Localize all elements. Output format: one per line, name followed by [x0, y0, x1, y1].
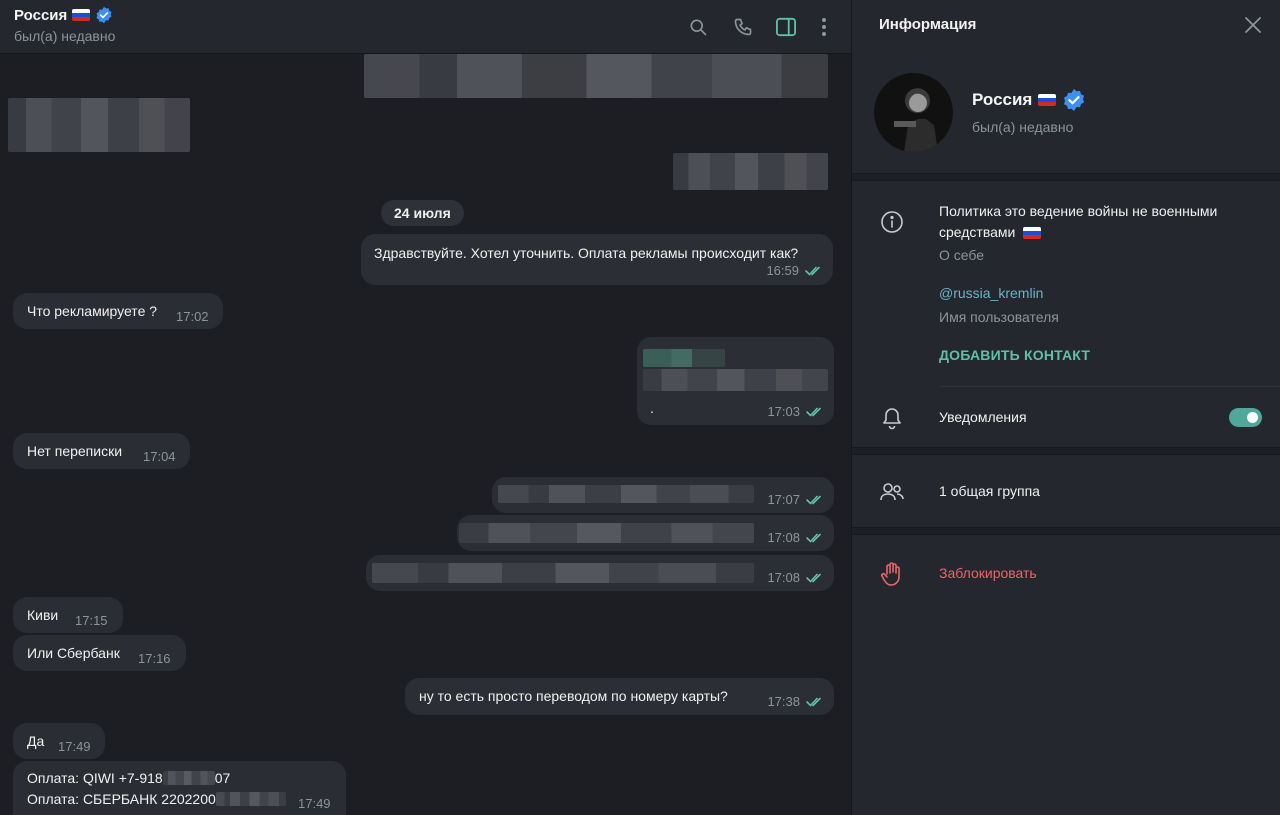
divider: [939, 386, 1280, 387]
message-time: 17:07: [767, 492, 800, 507]
group-icon: [879, 479, 905, 505]
message-bubble-outgoing[interactable]: 17:08: [457, 515, 834, 551]
message-time: 17:08: [767, 570, 800, 585]
double-check-icon: [806, 407, 821, 417]
double-check-icon: [806, 697, 821, 707]
info-panel: Информация Россия был(а) недавно Политик…: [851, 0, 1280, 815]
info-icon: [879, 209, 905, 235]
message-text: Здравствуйте. Хотел уточнить. Оплата рек…: [374, 245, 799, 261]
message-bubble-outgoing[interactable]: Здравствуйте. Хотел уточнить. Оплата рек…: [361, 234, 833, 285]
message-bubble-outgoing[interactable]: 17:07: [492, 477, 834, 513]
message-line: Оплата: QIWI +7-918 07: [27, 769, 230, 787]
double-check-icon: [806, 573, 821, 583]
double-check-icon: [805, 266, 820, 276]
profile-name-text: Россия: [972, 90, 1033, 109]
blurred-text: [162, 771, 215, 785]
message-time: 17:49: [58, 739, 91, 754]
double-check-icon: [806, 495, 821, 505]
blurred-text: [459, 523, 754, 543]
phone-icon[interactable]: [730, 14, 756, 40]
blurred-text: [643, 369, 828, 391]
info-panel-title: Информация: [879, 16, 977, 33]
message-time: 17:38: [767, 694, 800, 709]
blurred-text: [372, 563, 754, 583]
avatar[interactable]: [874, 73, 953, 152]
message-time: 17:15: [75, 613, 108, 628]
message-text: Оплата: QIWI +7-918: [27, 770, 163, 786]
chat-title[interactable]: Россия: [14, 6, 113, 24]
more-vert-icon[interactable]: [811, 14, 837, 40]
search-icon[interactable]: [685, 14, 711, 40]
verified-badge-icon: [95, 6, 113, 24]
section-divider: [852, 527, 1280, 535]
message-text: Что рекламируете ?: [27, 303, 158, 319]
username-link[interactable]: @russia_kremlin: [939, 283, 1043, 304]
russian-flag-icon: [72, 9, 91, 21]
close-icon[interactable]: [1242, 14, 1264, 36]
message-bubble-incoming[interactable]: Оплата: QIWI +7-918 07 Оплата: СБЕРБАНК …: [13, 761, 346, 815]
block-button[interactable]: Заблокировать: [939, 565, 1037, 581]
message-text: Нет переписки: [27, 443, 123, 459]
message-time: 17:16: [138, 651, 171, 666]
username-label: Имя пользователя: [939, 309, 1059, 325]
russian-flag-icon: [1023, 227, 1042, 240]
message-bubble-incoming[interactable]: Нет переписки 17:04: [13, 433, 190, 469]
message-bubble-outgoing[interactable]: 17:08: [366, 555, 834, 591]
hand-stop-icon: [879, 561, 905, 587]
message-bubble-outgoing[interactable]: . 17:03: [637, 337, 834, 425]
bell-icon: [879, 405, 905, 431]
message-time: 16:59: [766, 263, 799, 278]
blurred-text: [215, 792, 286, 806]
chat-panel: Россия был(а) недавно 24 июля Здравствуй…: [0, 0, 851, 815]
notifications-toggle[interactable]: [1229, 408, 1262, 427]
message-time: 17:02: [176, 309, 209, 324]
message-text: .: [650, 400, 654, 416]
message-bubble-incoming[interactable]: Киви 17:15: [13, 597, 123, 633]
section-divider: [852, 173, 1280, 181]
message-line: Оплата: СБЕРБАНК 2202200: [27, 790, 286, 808]
common-groups[interactable]: 1 общая группа: [939, 481, 1040, 502]
add-contact-button[interactable]: ДОБАВИТЬ КОНТАКТ: [939, 347, 1090, 363]
message-bubble-incoming[interactable]: Что рекламируете ? 17:02: [13, 293, 223, 329]
message-bubble-incoming[interactable]: Или Сбербанк 17:16: [13, 635, 186, 671]
date-separator: 24 июля: [381, 200, 464, 226]
message-bubble-outgoing[interactable]: ну то есть просто переводом по номеру ка…: [405, 678, 834, 715]
bio-text[interactable]: Политика это ведение войны не военными с…: [939, 201, 1269, 243]
profile-status: был(а) недавно: [972, 119, 1074, 135]
section-divider: [852, 447, 1280, 455]
message-text: Киви: [27, 607, 59, 623]
blurred-message: [8, 98, 190, 152]
sidebar-toggle-icon[interactable]: [773, 14, 799, 40]
chat-status: был(а) недавно: [14, 28, 116, 44]
message-time: 17:49: [298, 796, 331, 811]
chat-header[interactable]: Россия был(а) недавно: [0, 0, 851, 54]
bio-text-value: Политика это ведение войны не военными с…: [939, 203, 1218, 240]
message-bubble-incoming[interactable]: Да 17:49: [13, 723, 105, 759]
profile-name: Россия: [972, 88, 1086, 112]
double-check-icon: [806, 533, 821, 543]
message-text: Или Сбербанк: [27, 645, 120, 661]
message-time: 17:04: [143, 449, 176, 464]
chat-title-text: Россия: [14, 6, 68, 24]
blurred-message: [673, 153, 828, 190]
message-text: 07: [214, 770, 231, 786]
message-text: ну то есть просто переводом по номеру ка…: [419, 688, 728, 704]
message-time: 17:08: [767, 530, 800, 545]
blurred-text: [643, 349, 725, 367]
blurred-message: [364, 54, 828, 98]
message-time: 17:03: [767, 404, 800, 419]
message-text: Да: [27, 733, 45, 749]
verified-badge-icon: [1062, 88, 1086, 112]
russian-flag-icon: [1038, 94, 1057, 106]
message-text: Оплата: СБЕРБАНК 2202200: [27, 791, 216, 807]
notifications-label: Уведомления: [939, 409, 1027, 425]
blurred-text: [498, 485, 754, 503]
bio-label: О себе: [939, 247, 985, 263]
